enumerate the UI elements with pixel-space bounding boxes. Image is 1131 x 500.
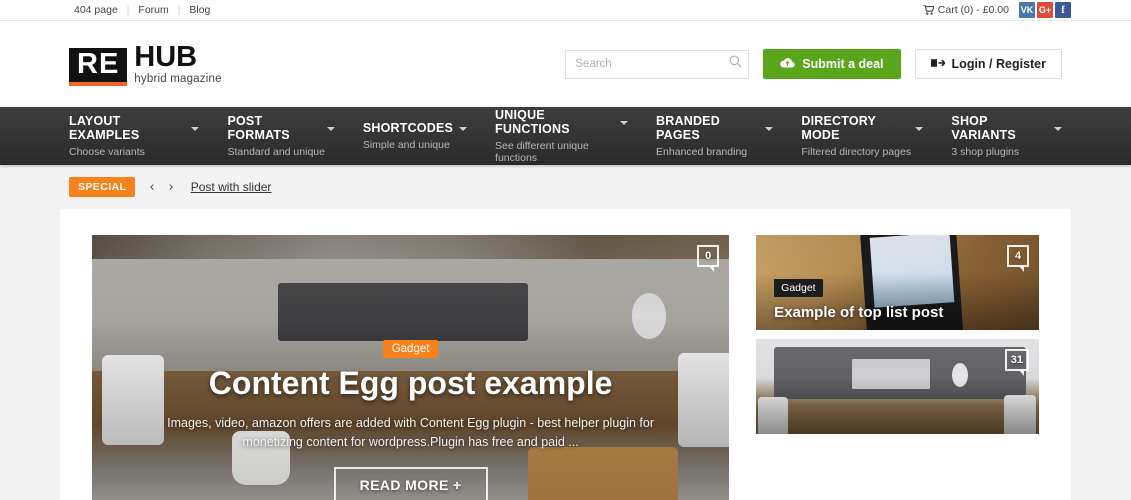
nav-sublabel: Enhanced branding [656,146,748,158]
chevron-down-icon [620,121,629,125]
side-card-desk-setup[interactable]: 31 [756,339,1039,434]
nav-item-shortcodes[interactable]: SHORTCODES Simple and unique [362,121,468,151]
nav-item-directory-mode[interactable]: DIRECTORY MODE Filtered directory pages [801,114,924,158]
top-link-404[interactable]: 404 page [60,0,127,20]
nav-item-shop-variants[interactable]: SHOP VARIANTS 3 shop plugins [951,114,1063,158]
logo-mark: RE [69,47,128,86]
nav-label: DIRECTORY MODE [801,114,876,142]
side-card-top-list-post[interactable]: 4 Gadget Example of top list post [756,235,1039,330]
cloud-upload-icon [780,57,795,71]
card-title[interactable]: Example of top list post [774,304,1025,322]
nav-sublabel: Choose variants [69,146,145,158]
submit-deal-label: Submit a deal [802,57,884,71]
top-bar: 404 page | Forum | Blog Cart (0) - £0.00… [0,0,1131,21]
next-arrow-icon[interactable]: › [169,180,174,195]
nav-sublabel: 3 shop plugins [951,146,1020,158]
comment-count-badge[interactable]: 4 [1007,245,1029,272]
chevron-down-icon [326,127,335,131]
top-bar-links: 404 page | Forum | Blog [60,0,219,20]
card-category-badge[interactable]: Gadget [774,279,823,297]
logo-name: HUB [134,40,198,73]
site-header: RE HUB hybrid magazine Submit a deal [0,21,1131,107]
featured-category-badge[interactable]: Gadget [382,340,439,358]
sign-in-icon [930,57,946,72]
nav-label: SHOP VARIANTS [951,114,1016,142]
facebook-icon[interactable]: f [1055,2,1071,18]
login-register-label: Login / Register [951,57,1046,71]
googleplus-icon[interactable]: G+ [1037,2,1053,18]
featured-excerpt: Images, video, amazon offers are added w… [167,415,655,449]
special-badge: SPECIAL [69,177,136,197]
nav-label: LAYOUT EXAMPLES [69,114,140,142]
chevron-down-icon [459,127,468,131]
nav-label: UNIQUE FUNCTIONS [495,108,570,136]
chevron-down-icon [191,127,200,131]
nav-sublabel: Filtered directory pages [801,146,912,158]
nav-sublabel: Standard and unique [227,146,325,158]
top-link-forum[interactable]: Forum [129,0,177,20]
cart-link[interactable]: Cart (0) - £0.00 [922,4,1009,16]
nav-label: SHORTCODES [362,121,454,135]
card-overlay [756,339,1039,434]
prev-arrow-icon[interactable]: ‹ [149,180,154,195]
site-logo[interactable]: RE HUB hybrid magazine [69,40,222,86]
comment-count-badge[interactable]: 31 [1004,349,1029,376]
chevron-down-icon [915,127,924,131]
search-box[interactable] [565,49,750,79]
vk-icon[interactable]: VK [1019,2,1035,18]
nav-item-branded-pages[interactable]: BRANDED PAGES Enhanced branding [656,114,774,158]
nav-item-post-formats[interactable]: POST FORMATS Standard and unique [227,114,335,158]
featured-slide[interactable]: 0 Gadget Content Egg post example Images… [92,235,730,500]
nav-label: BRANDED PAGES [656,114,720,142]
login-register-button[interactable]: Login / Register [914,49,1062,79]
main-navigation: LAYOUT EXAMPLES Choose variants POST FOR… [0,107,1131,165]
nav-sublabel: Simple and unique [362,139,450,151]
comment-count-badge[interactable]: 0 [697,245,720,272]
search-input[interactable] [575,58,730,70]
cart-label: Cart (0) - £0.00 [937,4,1009,16]
content-container: 0 Gadget Content Egg post example Images… [60,209,1071,500]
nav-sublabel: See different unique functions [495,140,589,164]
nav-item-unique-functions[interactable]: UNIQUE FUNCTIONS See different unique fu… [495,108,629,164]
breadcrumb-current[interactable]: Post with slider [191,180,272,194]
top-link-blog[interactable]: Blog [180,0,219,20]
chevron-down-icon [765,127,774,131]
nav-label: POST FORMATS [227,114,290,142]
side-card-list: 4 Gadget Example of top list post 31 [756,235,1039,500]
breadcrumb: SPECIAL ‹ › Post with slider [60,165,1071,209]
submit-deal-button[interactable]: Submit a deal [763,49,901,79]
chevron-down-icon [1054,127,1063,131]
logo-tagline: hybrid magazine [134,72,222,85]
search-icon[interactable] [729,55,742,73]
nav-item-layout-examples[interactable]: LAYOUT EXAMPLES Choose variants [69,114,200,158]
read-more-button[interactable]: READ MORE + [333,467,488,500]
featured-title[interactable]: Content Egg post example [132,365,689,402]
cart-icon [922,5,934,15]
